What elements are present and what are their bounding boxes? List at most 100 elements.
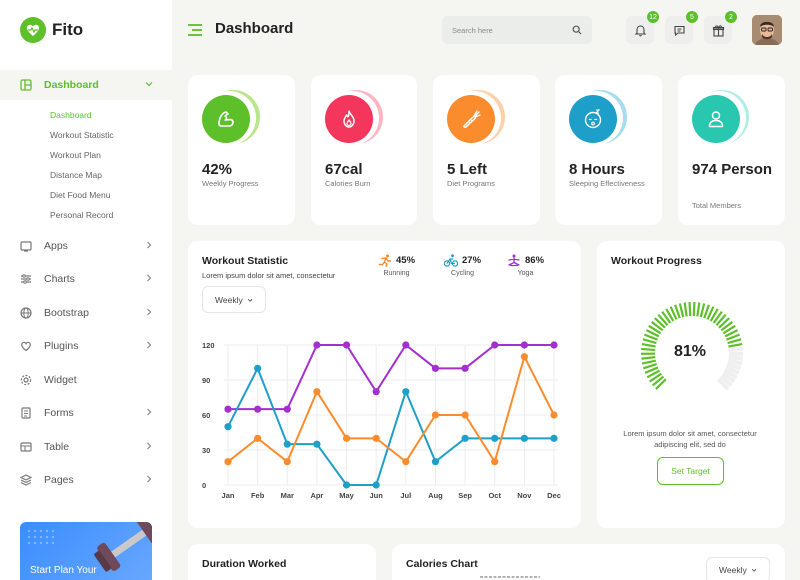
charts-icon <box>20 273 32 285</box>
gift-icon <box>712 24 724 37</box>
submenu-item-workout-plan[interactable]: Workout Plan <box>50 150 101 162</box>
promo-text: Start Plan Your <box>30 565 97 576</box>
data-point <box>550 434 558 442</box>
x-tick-label: Aug <box>428 491 443 500</box>
workout-statistic-subtitle: Lorem ipsum dolor sit amet, consectetur <box>202 271 336 280</box>
x-tick-label: Sep <box>458 491 472 500</box>
chevron-down-icon <box>145 82 153 87</box>
set-target-button[interactable]: Set Target <box>657 457 724 485</box>
avatar[interactable] <box>752 15 782 45</box>
submenu-item-dashboard[interactable]: Dashboard <box>50 110 92 122</box>
stat-label: Calories Burn <box>325 179 371 188</box>
gauge-tick-filled <box>641 359 657 365</box>
dropdown-value: Weekly <box>719 565 747 575</box>
sidebar: Fito Dashboard Dashboard Workout Statist… <box>0 0 172 580</box>
dumbbell-icon <box>94 522 152 572</box>
gauge-tick-filled <box>699 303 706 318</box>
data-point <box>224 405 232 413</box>
chevron-down-icon <box>247 298 253 302</box>
logo[interactable]: Fito <box>20 17 83 43</box>
notifications-button[interactable]: 12 <box>626 10 660 44</box>
x-tick-label: Jan <box>222 491 235 500</box>
data-point <box>520 434 528 442</box>
x-tick-label: Apr <box>310 491 323 500</box>
flame-icon <box>343 110 355 128</box>
messages-button[interactable]: 5 <box>665 10 699 44</box>
sidebar-item-widget[interactable]: Widget <box>20 370 160 390</box>
sidebar-item-bootstrap[interactable]: Bootstrap <box>20 303 160 323</box>
stat-card-sleeping[interactable]: 8 Hours Sleeping Effectiveness <box>555 75 662 225</box>
stat-value: 42% <box>202 161 233 178</box>
y-tick-label: 0 <box>202 481 206 490</box>
chevron-right-icon <box>147 341 152 349</box>
submenu-item-diet-food-menu[interactable]: Diet Food Menu <box>50 190 110 202</box>
sidebar-item-forms[interactable]: Forms <box>20 403 160 423</box>
sidebar-item-dashboard[interactable]: Dashboard <box>20 75 160 95</box>
menu-toggle-icon[interactable] <box>188 24 202 36</box>
search-icon[interactable] <box>572 25 582 35</box>
bootstrap-icon <box>20 307 32 319</box>
series-line-0 <box>228 343 554 411</box>
submenu-item-personal-record[interactable]: Personal Record <box>50 210 113 222</box>
sidebar-item-apps[interactable]: Apps <box>20 236 160 256</box>
gauge-tick-filled <box>688 302 692 317</box>
data-point <box>461 434 469 442</box>
sidebar-item-table[interactable]: Table <box>20 437 160 457</box>
data-point <box>283 458 291 466</box>
chevron-right-icon <box>147 442 152 450</box>
data-point <box>461 364 469 372</box>
stat-card-weekly-progress[interactable]: 42% Weekly Progress <box>188 75 295 225</box>
stat-card-diet-programs[interactable]: 5 Left Diet Programs <box>433 75 540 225</box>
x-tick-label: Jun <box>370 491 384 500</box>
stat-card-total-members[interactable]: 974 Person Total Members <box>678 75 785 225</box>
submenu-item-distance-map[interactable]: Distance Map <box>50 170 102 182</box>
page-title: Dashboard <box>215 20 294 37</box>
data-point <box>402 458 410 466</box>
dropdown-value: Weekly <box>215 294 243 305</box>
y-tick-label: 30 <box>202 446 210 455</box>
search-input[interactable]: Search here <box>442 16 592 44</box>
search-placeholder: Search here <box>452 25 493 35</box>
stat-card-calories-burn[interactable]: 67cal Calories Burn <box>311 75 417 225</box>
workout-statistic-title: Workout Statistic <box>202 255 289 267</box>
data-point <box>550 411 558 419</box>
data-point <box>431 364 440 372</box>
data-point <box>491 434 499 442</box>
stat-label: Total Members <box>692 201 742 210</box>
legend-value: 45% <box>396 255 416 266</box>
legend-value: 27% <box>462 255 482 266</box>
submenu-item-workout-statistic[interactable]: Workout Statistic <box>50 130 114 142</box>
calories-period-dropdown[interactable]: Weekly <box>706 557 770 580</box>
data-point <box>491 341 499 349</box>
sidebar-item-label: Apps <box>44 240 68 252</box>
x-tick-label: Feb <box>251 491 265 500</box>
sidebar-item-label: Bootstrap <box>44 307 89 319</box>
promo-card[interactable]: Start Plan Your <box>20 522 152 580</box>
yoga-icon <box>508 254 520 267</box>
stat-label: Diet Programs <box>447 179 495 188</box>
sidebar-item-label: Table <box>44 441 70 453</box>
pages-icon <box>20 474 32 486</box>
data-point <box>254 364 262 372</box>
stat-icon-circle <box>692 95 740 143</box>
sidebar-item-plugins[interactable]: Plugins <box>20 336 160 356</box>
sidebar-item-pages[interactable]: Pages <box>20 470 160 490</box>
widget-icon <box>20 374 32 386</box>
gifts-button[interactable]: 2 <box>704 10 738 44</box>
workout-period-dropdown[interactable]: Weekly <box>202 286 266 313</box>
heart-pulse-icon <box>20 17 46 43</box>
sidebar-item-charts[interactable]: Charts <box>20 269 160 289</box>
data-point <box>491 458 499 466</box>
y-tick-label: 120 <box>202 341 215 350</box>
forms-icon <box>20 407 32 419</box>
data-point <box>342 434 351 442</box>
legend-label: Running <box>383 270 410 277</box>
stat-value: 974 Person <box>692 161 773 178</box>
workout-progress-title: Workout Progress <box>611 255 702 267</box>
data-point <box>431 458 440 466</box>
muscle-icon <box>218 111 234 127</box>
data-point <box>550 341 558 349</box>
stat-label: Weekly Progress <box>202 179 259 188</box>
calories-divider <box>480 576 540 578</box>
gauge-tick-filled <box>696 302 701 317</box>
